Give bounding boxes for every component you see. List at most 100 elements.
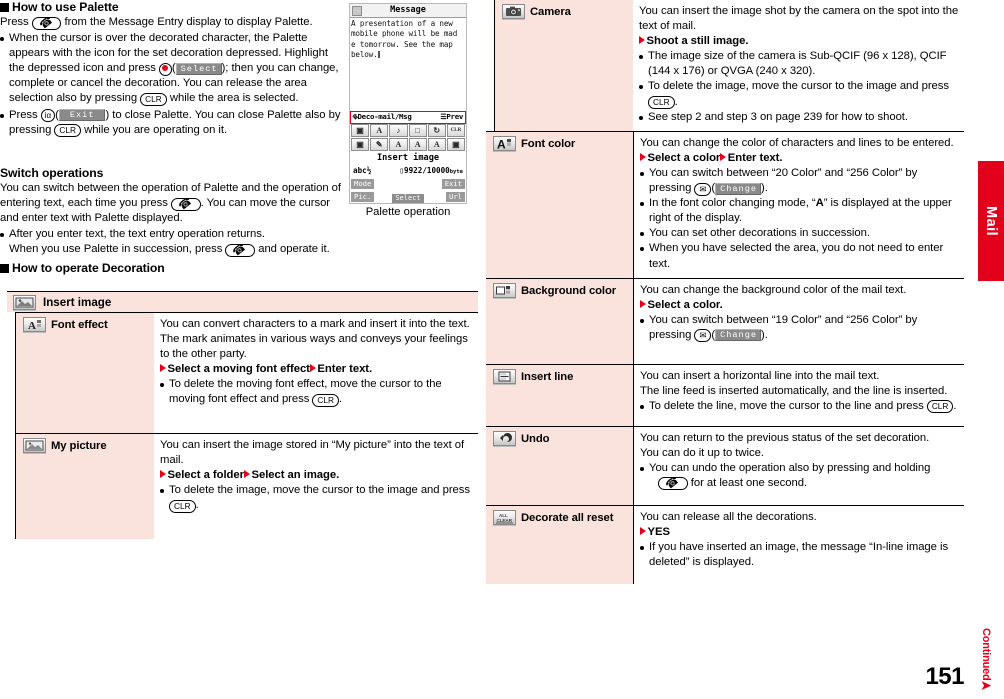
section-heading-how-to-use-palette: How to use Palette [0, 0, 344, 14]
desc-bullet: To delete the line, move the cursor to t… [640, 399, 962, 414]
bullet-press-exit: Press iα(Exit) to close Palette. You can… [0, 108, 344, 138]
row-desc-cell: You can change the background color of t… [633, 278, 964, 364]
softkey-exit[interactable]: Exit [441, 179, 465, 189]
continued-marker: Continued ➤ [980, 628, 992, 693]
palette-icon-align-center[interactable]: A [427, 138, 446, 151]
row-label: Insert line [521, 370, 574, 383]
palette-icon-all-clear[interactable]: CLR [446, 124, 466, 137]
mail-key-icon: ✉ [694, 182, 712, 196]
palette-row-2: ▣ ✎ A A A ▣ [351, 138, 466, 151]
palette-icon-image[interactable]: ▣ [351, 124, 370, 137]
softkey-url[interactable]: Url [446, 192, 465, 202]
insert-image-icon [13, 294, 36, 310]
switch-operations-paragraph: You can switch between the operation of … [0, 182, 341, 225]
row-desc-cell: You can convert characters to a mark and… [154, 313, 478, 433]
palette-icon-grid: ▣ A ♪ □ ↻ CLR ▣ ✎ A A A ▣ [350, 124, 466, 151]
phone-menu-left: ☎Deco-mail/Msg [350, 111, 412, 122]
select-key-icon [158, 62, 172, 76]
mail-status-icon [352, 6, 362, 16]
row-label: Font effect [51, 319, 108, 331]
desc-bullet: You can set other decorations in success… [640, 226, 962, 241]
byte-counter: ▯9922/10000byte [399, 166, 463, 175]
palette-icon-font-color[interactable]: A [389, 138, 408, 151]
font-color-mode-glyph: A [815, 197, 824, 210]
desc-paragraph: The line feed is inserted automatically,… [640, 384, 948, 397]
my-picture-icon [23, 438, 46, 453]
desc-paragraph: You can release all the decorations. [640, 510, 817, 523]
bullet-after-enter-text: After you enter text, the text entry ope… [0, 227, 344, 242]
phone-status-row: abc½ ▯9922/10000byte [350, 165, 466, 178]
step-arrow-icon [243, 470, 250, 479]
step-arrow-icon [640, 526, 646, 535]
desc-bullet: To delete the moving font effect, move t… [160, 377, 476, 407]
table-row: Undo You can return to the previous stat… [486, 425, 964, 505]
font-effect-icon: A [23, 317, 46, 332]
palette-icon-font-effect[interactable]: A [370, 124, 389, 137]
palette-icon-align-left[interactable]: A [408, 138, 427, 151]
call-key-icon: ☎ [658, 475, 688, 492]
row-label-cell: ALL CLEAR Decorate all reset [486, 505, 633, 584]
step-arrow-icon [720, 152, 727, 161]
softkey-mode[interactable]: Mode [351, 179, 375, 189]
clr-key-icon: CLR [54, 124, 81, 138]
phone-message-body: A presentation of a new mobile phone wil… [351, 19, 458, 59]
desc-paragraph: You can convert characters to a mark and… [160, 318, 470, 361]
call-key-icon: ☎ [170, 195, 201, 213]
background-color-icon [493, 282, 516, 298]
decoration-options-table: Camera You can insert the image shot by … [486, 0, 964, 584]
phone-menu-right: ☰Prev [440, 112, 463, 121]
row-label: Decorate all reset [521, 511, 614, 524]
desc-paragraph: You can insert the image stored in “My p… [160, 439, 465, 467]
palette-row-1: ▣ A ♪ □ ↻ CLR [351, 124, 466, 137]
row-label: Font color [521, 137, 576, 150]
desc-steps: YES [640, 525, 962, 540]
step-arrow-icon [640, 299, 646, 308]
bullet-after-enter-text-cont: When you use Palette in succession, pres… [9, 241, 330, 259]
desc-bullet: To delete the image, move the cursor to … [160, 483, 476, 513]
desc-steps: Shoot a still image. [639, 34, 962, 49]
clr-key-icon: CLR [140, 92, 167, 106]
desc-steps: Select a color. [640, 298, 962, 313]
page-number: 151 [925, 663, 964, 690]
palette-icon-brush[interactable]: ✎ [370, 138, 389, 151]
arrow-right-icon: ➤ [980, 676, 992, 693]
call-key-icon: ☎ [225, 241, 256, 259]
table-row: Insert line You can insert a horizontal … [486, 363, 964, 426]
figure-caption: Palette operation [365, 206, 451, 218]
section-tab-mail: Mail [978, 161, 1004, 281]
ialpha-key-icon: iα [40, 109, 56, 123]
palette-intro-paragraph: Press ☎ from the Message Entry display t… [0, 13, 313, 32]
step-arrow-icon [640, 152, 646, 161]
row-label-cell: Camera [494, 0, 633, 131]
bullet-cursor-over-decorated: When the cursor is over the decorated ch… [0, 31, 344, 106]
svg-text:CLEAR: CLEAR [497, 518, 513, 523]
desc-bullet: When you have selected the area, you do … [640, 241, 962, 271]
desc-bullet: You can switch between “20 Color” and “2… [640, 166, 962, 196]
palette-icon-undo[interactable]: ↻ [427, 124, 446, 137]
softkey-select-center[interactable]: Select [384, 190, 432, 203]
table-row: My picture You can insert the image stor… [15, 433, 478, 539]
desc-bullet: To delete the image, move the cursor to … [639, 79, 962, 110]
row-desc-cell: You can insert a horizontal line into th… [633, 364, 964, 426]
row-label: My picture [51, 440, 107, 452]
camera-icon [502, 4, 525, 19]
palette-selected-label: Insert image [376, 153, 440, 163]
font-color-icon: A [493, 135, 516, 151]
row-desc-cell: You can change the color of characters a… [633, 131, 964, 278]
palette-icon-line[interactable]: □ [408, 124, 427, 137]
step-arrow-icon [160, 470, 166, 479]
softkey-pic[interactable]: Pic. [351, 192, 375, 202]
palette-icon-flash[interactable]: ♪ [389, 124, 408, 137]
row-desc-cell: You can insert the image stored in “My p… [154, 434, 478, 539]
clr-key-icon: CLR [169, 499, 196, 513]
palette-icon-align-right[interactable]: ▣ [446, 138, 466, 151]
row-label-cell: A Font effect [15, 313, 154, 433]
table-header-label: Insert image [43, 295, 112, 309]
palette-icon-bg-color[interactable]: ▣ [351, 138, 370, 151]
desc-steps: Select a color Enter text. [640, 151, 962, 166]
row-label-cell: Background color [486, 278, 633, 364]
table-row: ALL CLEAR Decorate all reset You can rel… [486, 504, 964, 584]
row-label-cell: Undo [486, 426, 633, 505]
desc-steps: Select a folder Select an image. [160, 468, 476, 483]
section-heading-how-to-operate-decoration: How to operate Decoration [0, 261, 344, 275]
